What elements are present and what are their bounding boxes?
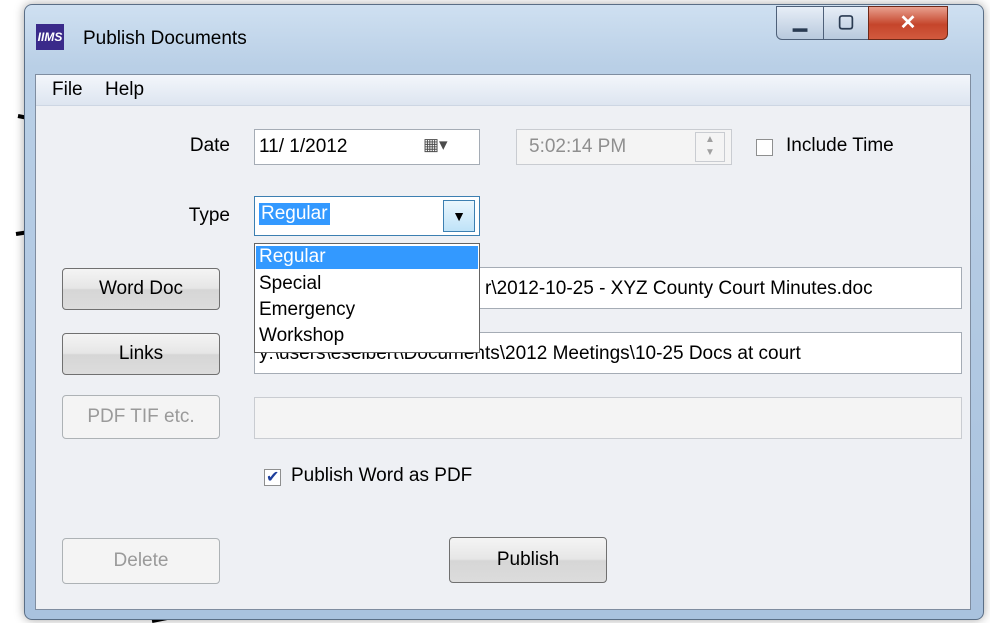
- word-doc-button[interactable]: Word Doc: [62, 268, 220, 310]
- menu-bar: File Help: [36, 75, 970, 106]
- type-dropdown-list: Regular Special Emergency Workshop: [254, 243, 480, 353]
- minimize-button[interactable]: ▁: [776, 6, 824, 40]
- pdf-tif-button[interactable]: PDF TIF etc.: [62, 395, 220, 439]
- type-option-special[interactable]: Special: [256, 273, 478, 296]
- type-label: Type: [188, 205, 230, 226]
- date-label: Date: [189, 135, 230, 156]
- type-value: Regular: [259, 203, 330, 225]
- publish-pdf-checkbox[interactable]: [264, 467, 281, 487]
- pdf-path-field[interactable]: [254, 397, 962, 439]
- maximize-icon: ▢: [837, 11, 855, 31]
- type-option-workshop[interactable]: Workshop: [256, 325, 478, 348]
- delete-button[interactable]: Delete: [62, 538, 220, 584]
- close-icon: ✕: [899, 12, 917, 34]
- word-doc-path: r\2012-10-25 - XYZ County Court Minutes.…: [485, 278, 873, 299]
- maximize-button[interactable]: ▢: [823, 6, 869, 40]
- type-option-emergency[interactable]: Emergency: [256, 299, 478, 322]
- type-option-regular[interactable]: Regular: [256, 246, 478, 269]
- include-time-label: Include Time: [786, 135, 894, 156]
- include-time-checkbox[interactable]: [756, 139, 773, 156]
- publish-button[interactable]: Publish: [449, 537, 607, 583]
- date-value: 11/ 1/2012: [259, 136, 348, 157]
- minimize-icon: ▁: [793, 11, 807, 31]
- app-icon: IIMS: [36, 24, 64, 50]
- date-picker[interactable]: 11/ 1/2012 ▦▾: [254, 129, 480, 165]
- type-combobox[interactable]: Regular ▼: [254, 196, 480, 236]
- close-button[interactable]: ✕: [868, 6, 948, 40]
- publish-pdf-label: Publish Word as PDF: [291, 465, 473, 486]
- time-spinner[interactable]: ▲ ▼: [695, 132, 725, 162]
- time-picker[interactable]: 5:02:14 PM ▲ ▼: [516, 129, 732, 165]
- window-title: Publish Documents: [83, 28, 247, 49]
- calendar-dropdown-icon[interactable]: ▦▾: [423, 135, 448, 155]
- time-value: 5:02:14 PM: [529, 136, 627, 157]
- chevron-down-icon[interactable]: ▼: [443, 200, 475, 232]
- links-button[interactable]: Links: [62, 333, 220, 375]
- menu-help[interactable]: Help: [105, 79, 144, 101]
- menu-file[interactable]: File: [52, 79, 83, 101]
